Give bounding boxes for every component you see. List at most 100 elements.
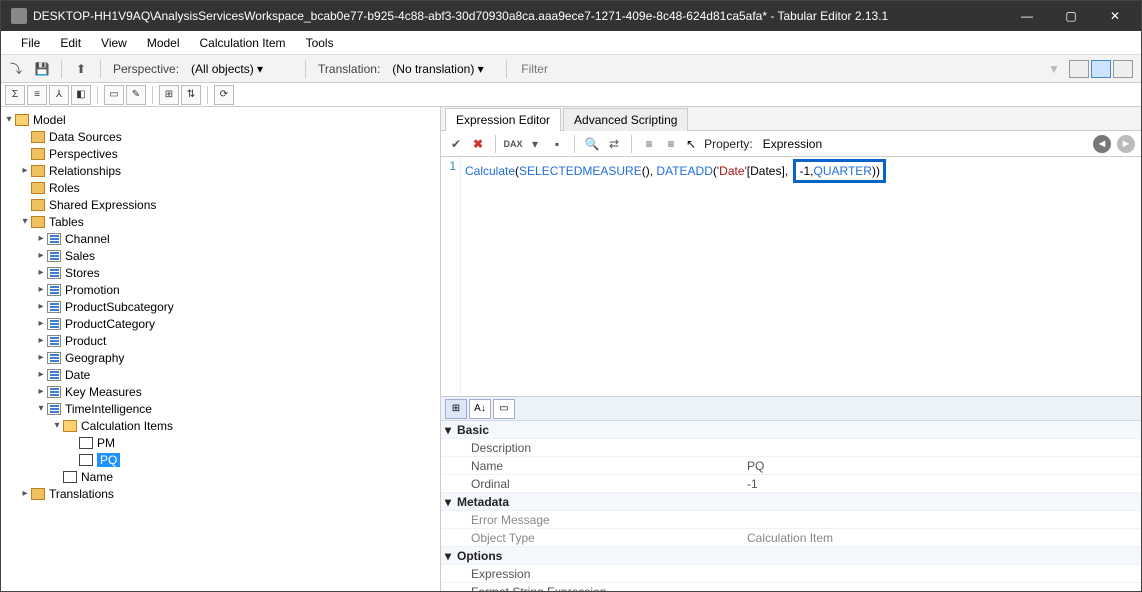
view-list-icon[interactable]: [1113, 60, 1133, 78]
node-table[interactable]: Key Measures: [65, 385, 142, 399]
node-table[interactable]: Stores: [65, 266, 100, 280]
accept-icon[interactable]: ✔: [447, 135, 465, 153]
minimize-button[interactable]: —: [1005, 1, 1049, 31]
node-table[interactable]: Sales: [65, 249, 95, 263]
node-table[interactable]: Date: [65, 368, 90, 382]
property-grid[interactable]: ▾Basic Description NamePQ Ordinal-1 ▾Met…: [441, 421, 1141, 591]
menu-file[interactable]: File: [11, 33, 50, 53]
node-translations[interactable]: Translations: [49, 487, 114, 501]
tab-expression-editor[interactable]: Expression Editor: [445, 108, 561, 131]
prop-ordinal-value[interactable]: -1: [741, 477, 1141, 491]
filter-input[interactable]: [515, 60, 1039, 78]
node-calcitems[interactable]: Calculation Items: [81, 419, 173, 433]
view-tree-icon[interactable]: [1069, 60, 1089, 78]
sigma-icon[interactable]: Σ: [5, 85, 25, 105]
model-icon: [15, 114, 29, 126]
node-table[interactable]: ProductCategory: [65, 317, 155, 331]
node-shared-expr[interactable]: Shared Expressions: [49, 198, 156, 212]
save-icon[interactable]: 💾: [33, 60, 51, 78]
node-name-col[interactable]: Name: [81, 470, 113, 484]
translation-combo[interactable]: (No translation) ▾: [388, 60, 498, 78]
properties-toolbar: ⊞ A↓ ▭: [441, 397, 1141, 421]
node-pq-selected[interactable]: PQ: [97, 453, 120, 467]
node-relationships[interactable]: Relationships: [49, 164, 121, 178]
prop-name-value[interactable]: PQ: [741, 459, 1141, 473]
dax-format-icon[interactable]: DAX: [504, 135, 522, 153]
prop-error: Error Message: [441, 513, 741, 527]
sort-icon[interactable]: ⇅: [181, 85, 201, 105]
list-icon[interactable]: ≡: [27, 85, 47, 105]
highlighted-args: -1,QUARTER)): [793, 159, 885, 183]
nav-forward-icon[interactable]: ►: [1117, 135, 1135, 153]
prop-object-type: Object Type: [441, 531, 741, 545]
open-icon[interactable]: ⤵: [7, 60, 25, 78]
model-tree[interactable]: ▾Model Data Sources Perspectives ▸Relati…: [1, 107, 441, 591]
perspective-combo[interactable]: (All objects) ▾: [187, 60, 297, 78]
node-table[interactable]: Promotion: [65, 283, 120, 297]
prop-expression[interactable]: Expression: [441, 567, 741, 581]
app-icon: [11, 8, 27, 24]
hierarchy-icon[interactable]: ⅄: [49, 85, 69, 105]
find-icon[interactable]: 🔍: [583, 135, 601, 153]
node-table[interactable]: Product: [65, 334, 106, 348]
prop-description[interactable]: Description: [441, 441, 741, 455]
deploy-icon[interactable]: ⬆: [72, 60, 90, 78]
folder-icon: [31, 488, 45, 500]
table-icon: [47, 284, 61, 296]
prop-ordinal[interactable]: Ordinal: [441, 477, 741, 491]
node-timeintelligence[interactable]: TimeIntelligence: [65, 402, 152, 416]
table-icon: [47, 318, 61, 330]
menu-edit[interactable]: Edit: [50, 33, 91, 53]
menu-view[interactable]: View: [91, 33, 137, 53]
node-tables[interactable]: Tables: [49, 215, 84, 229]
property-value[interactable]: Expression: [763, 137, 822, 151]
node-perspectives[interactable]: Perspectives: [49, 147, 118, 161]
prop-page-icon[interactable]: ▭: [493, 399, 515, 419]
code-line[interactable]: Calculate(SELECTEDMEASURE(), DATEADD('Da…: [461, 157, 890, 396]
node-table[interactable]: Geography: [65, 351, 124, 365]
node-model[interactable]: Model: [33, 113, 66, 127]
cat-options[interactable]: Options: [457, 549, 502, 563]
outdent-icon[interactable]: ≡: [662, 135, 680, 153]
refresh-icon[interactable]: ⟳: [214, 85, 234, 105]
node-table[interactable]: ProductSubcategory: [65, 300, 174, 314]
prop-name[interactable]: Name: [441, 459, 741, 473]
edit-icon[interactable]: ✎: [126, 85, 146, 105]
node-table[interactable]: Channel: [65, 232, 110, 246]
table-icon: [47, 386, 61, 398]
tab-advanced-scripting[interactable]: Advanced Scripting: [563, 108, 688, 131]
categorized-icon[interactable]: ⊞: [445, 399, 467, 419]
dropdown-icon[interactable]: ▾: [526, 135, 544, 153]
cancel-icon[interactable]: ✖: [469, 135, 487, 153]
translation-label: Translation:: [318, 62, 380, 76]
node-pm[interactable]: PM: [97, 436, 115, 450]
folder-icon: [31, 182, 45, 194]
comment-icon[interactable]: ▪: [548, 135, 566, 153]
nav-back-icon[interactable]: ◄: [1093, 135, 1111, 153]
filter-icon[interactable]: ▼: [1045, 60, 1063, 78]
dax-editor[interactable]: 1 Calculate(SELECTEDMEASURE(), DATEADD('…: [441, 157, 1141, 397]
cat-metadata[interactable]: Metadata: [457, 495, 509, 509]
folder-icon[interactable]: ▭: [104, 85, 124, 105]
cube-icon[interactable]: ◧: [71, 85, 91, 105]
table-icon: [47, 335, 61, 347]
columns-icon[interactable]: ⊞: [159, 85, 179, 105]
node-datasources[interactable]: Data Sources: [49, 130, 122, 144]
menu-calculation-item[interactable]: Calculation Item: [190, 33, 296, 53]
tree-toolbar: Σ ≡ ⅄ ◧ ▭ ✎ ⊞ ⇅ ⟳: [1, 83, 1141, 107]
node-roles[interactable]: Roles: [49, 181, 80, 195]
cat-basic[interactable]: Basic: [457, 423, 489, 437]
table-icon: [47, 250, 61, 262]
menu-model[interactable]: Model: [137, 33, 190, 53]
alphabetical-icon[interactable]: A↓: [469, 399, 491, 419]
folder-icon: [31, 199, 45, 211]
menu-tools[interactable]: Tools: [296, 33, 344, 53]
maximize-button[interactable]: ▢: [1049, 1, 1093, 31]
close-button[interactable]: ✕: [1093, 1, 1137, 31]
view-split-icon[interactable]: [1091, 60, 1111, 78]
main-toolbar: ⤵ 💾 ⬆ Perspective: (All objects) ▾ Trans…: [1, 55, 1141, 83]
replace-icon[interactable]: ⇄: [605, 135, 623, 153]
indent-icon[interactable]: ≡: [640, 135, 658, 153]
prop-format-string[interactable]: Format String Expression: [441, 585, 741, 592]
view-toggle: [1069, 60, 1133, 78]
